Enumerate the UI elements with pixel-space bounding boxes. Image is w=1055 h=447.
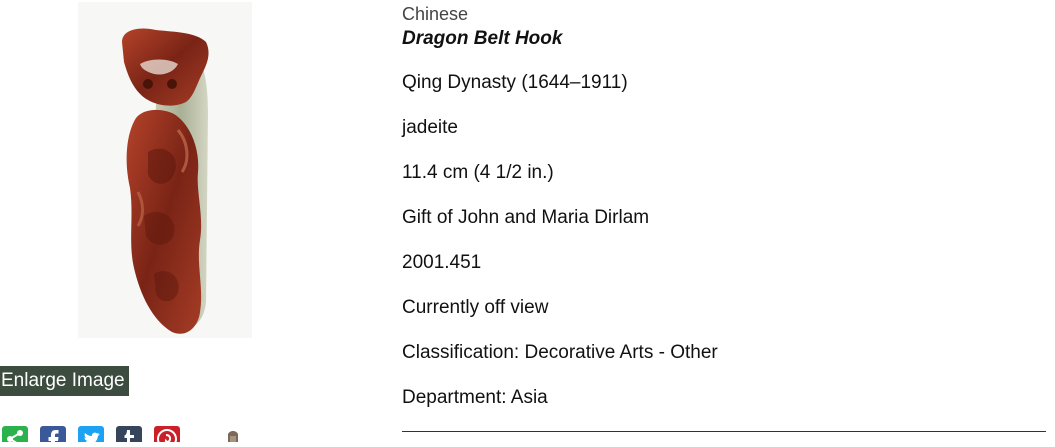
artwork-title: Dragon Belt Hook	[402, 28, 563, 49]
twitter-icon[interactable]	[78, 426, 104, 442]
facebook-icon[interactable]	[40, 426, 66, 442]
artwork-accession-number: 2001.451	[402, 252, 482, 273]
artwork-location-status: Currently off view	[402, 297, 549, 318]
section-divider	[402, 431, 1046, 432]
thumbnail-image[interactable]	[214, 428, 254, 442]
artwork-medium: jadeite	[402, 117, 458, 138]
artwork-date: Qing Dynasty (1644–1911)	[402, 72, 628, 93]
tumblr-icon[interactable]	[116, 426, 142, 442]
pinterest-icon[interactable]	[154, 426, 180, 442]
artwork-credit-line: Gift of John and Maria Dirlam	[402, 207, 650, 228]
artwork-culture: Chinese	[402, 4, 469, 24]
belt-hook-illustration	[122, 28, 209, 334]
artwork-dimensions: 11.4 cm (4 1/2 in.)	[402, 162, 554, 183]
artwork-classification: Classification: Decorative Arts - Other	[402, 342, 718, 363]
share-icon[interactable]	[2, 426, 28, 442]
enlarge-image-button[interactable]: Enlarge Image	[0, 366, 129, 396]
share-bar	[0, 426, 200, 442]
artwork-department: Department: Asia	[402, 387, 548, 408]
artwork-image[interactable]	[78, 2, 252, 338]
